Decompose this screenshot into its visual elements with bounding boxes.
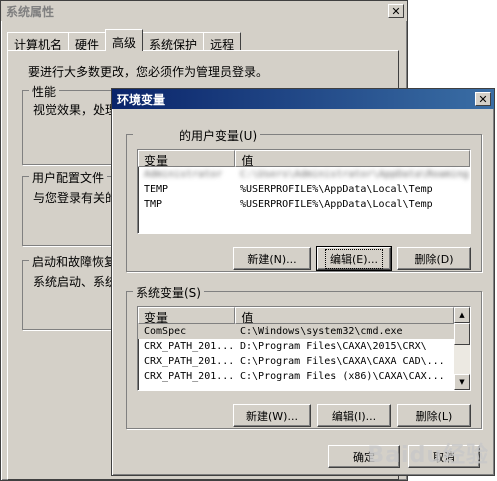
startup-recovery-label: 启动和故障恢复 <box>29 253 120 270</box>
user-edit-button[interactable]: 编辑(E)... <box>316 246 392 271</box>
system-properties-tabs: 计算机名 硬件 高级 系统保护 远程 <box>7 29 242 52</box>
system-variable-row[interactable]: CRX_PATH_201... C:\Program Files (x86)\C… <box>138 369 454 384</box>
scrollbar-thumb[interactable] <box>454 323 470 345</box>
scroll-down-arrow-icon[interactable]: ▼ <box>454 374 470 390</box>
system-properties-title: 系统属性 <box>6 4 55 19</box>
performance-label: 性能 <box>29 83 60 100</box>
user-column-variable[interactable]: 变量 <box>138 150 236 167</box>
system-properties-titlebar[interactable]: 系统属性 ✕ <box>1 1 407 21</box>
system-column-value[interactable]: 值 <box>235 307 454 324</box>
ok-button[interactable]: 确定 <box>328 445 400 468</box>
user-variables-list[interactable]: 变量 值 Administrator C:\Users\Administrato… <box>137 149 471 234</box>
system-properties-close-button[interactable]: ✕ <box>388 4 404 18</box>
user-variable-row-temp[interactable]: TEMP %USERPROFILE%\AppData\Local\Temp <box>138 182 470 197</box>
user-variables-label-text: 的用户变量(U) <box>179 129 258 143</box>
ok-button-label: 确定 <box>353 450 375 464</box>
user-column-value[interactable]: 值 <box>235 150 470 167</box>
system-variables-group: 系统变量(S) 变量 值 ComSpec C:\Windows\system32… <box>126 284 482 429</box>
user-delete-button-label: 删除(D) <box>414 252 454 266</box>
user-variable-value-redacted: C:\Users\Administrator\AppData\Roaming <box>240 169 469 180</box>
performance-text: 视觉效果，处理 <box>33 103 118 117</box>
scroll-up-arrow-icon[interactable]: ▲ <box>454 307 470 323</box>
cancel-button-label: 取消 <box>433 450 455 464</box>
system-edit-button-label: 编辑(I)... <box>331 409 377 423</box>
system-edit-button[interactable]: 编辑(I)... <box>317 404 391 427</box>
system-new-button-label: 新建(W)... <box>246 409 298 423</box>
user-new-button-label: 新建(N)... <box>247 252 297 266</box>
system-variables-list[interactable]: 变量 值 ComSpec C:\Windows\system32\cmd.exe… <box>137 306 471 391</box>
system-variable-row[interactable]: CRX_PATH_201... C:\Program Files\CAXA\CA… <box>138 354 454 369</box>
user-variable-row[interactable]: Administrator C:\Users\Administrator\App… <box>138 167 470 182</box>
user-new-button[interactable]: 新建(N)... <box>233 247 311 270</box>
system-variable-name: CRX_PATH_201... <box>144 341 235 352</box>
system-variables-scrollbar[interactable]: ▲ ▼ <box>454 307 470 390</box>
user-delete-button[interactable]: 删除(D) <box>397 247 471 270</box>
system-delete-button[interactable]: 删除(L) <box>397 404 471 427</box>
system-variable-value: D:\Program Files\CAXA\2015\CRX\ <box>240 341 427 352</box>
system-variable-name: ComSpec <box>144 326 187 337</box>
user-profile-label: 用户配置文件 <box>29 169 108 186</box>
user-variables-label: 的用户变量(U) <box>133 127 261 144</box>
system-variables-header: 变量 值 <box>138 307 454 324</box>
system-variable-value: C:\Program Files (x86)\CAXA\CAX... <box>240 371 445 382</box>
system-variable-row-comspec[interactable]: ComSpec C:\Windows\system32\cmd.exe <box>138 324 454 339</box>
environment-variables-dialog: 环境变量 ✕ 的用户变量(U) 变量 值 Administrator C:\Us… <box>111 88 495 476</box>
system-variable-value: C:\Windows\system32\cmd.exe <box>240 326 403 337</box>
user-variables-group: 的用户变量(U) 变量 值 Administrator C:\Users\Adm… <box>126 127 482 272</box>
environment-variables-titlebar[interactable]: 环境变量 ✕ <box>112 89 494 109</box>
user-variable-name-redacted: Administrator <box>144 169 223 180</box>
system-variable-name: CRX_PATH_201... <box>144 356 235 367</box>
user-variable-value: %USERPROFILE%\AppData\Local\Temp <box>240 184 433 195</box>
system-variable-value: C:\Program Files\CAXA\CAXA CAD\... <box>240 356 445 367</box>
user-variable-value: %USERPROFILE%\AppData\Local\Temp <box>240 199 433 210</box>
tab-computer-name[interactable]: 计算机名 <box>7 32 70 52</box>
user-edit-button-label: 编辑(E)... <box>324 248 384 269</box>
system-variable-name: CRX_PATH_201... <box>144 371 235 382</box>
user-profile-text: 与您登录有关的 <box>33 191 118 205</box>
environment-variables-close-button[interactable]: ✕ <box>475 92 491 106</box>
user-variable-name: TMP <box>144 199 163 210</box>
system-delete-button-label: 删除(L) <box>415 409 453 423</box>
user-variable-row-tmp[interactable]: TMP %USERPROFILE%\AppData\Local\Temp <box>138 197 470 212</box>
system-new-button[interactable]: 新建(W)... <box>233 404 311 427</box>
tab-advanced[interactable]: 高级 <box>105 29 144 51</box>
system-variables-label: 系统变量(S) <box>133 284 204 301</box>
cancel-button[interactable]: 取消 <box>408 445 480 468</box>
admin-note: 要进行大多数更改，您必须作为管理员登录。 <box>28 65 269 79</box>
tab-system-protection[interactable]: 系统保护 <box>142 32 205 52</box>
user-variables-header: 变量 值 <box>138 150 470 167</box>
system-variable-row[interactable]: CRX_PATH_201... D:\Program Files\CAXA\20… <box>138 339 454 354</box>
system-column-variable[interactable]: 变量 <box>138 307 236 324</box>
tab-hardware[interactable]: 硬件 <box>68 32 107 52</box>
environment-variables-title: 环境变量 <box>117 92 166 107</box>
tab-remote[interactable]: 远程 <box>203 32 242 52</box>
user-variable-name: TEMP <box>144 184 169 195</box>
startup-recovery-text: 系统启动、系统 <box>33 275 118 289</box>
